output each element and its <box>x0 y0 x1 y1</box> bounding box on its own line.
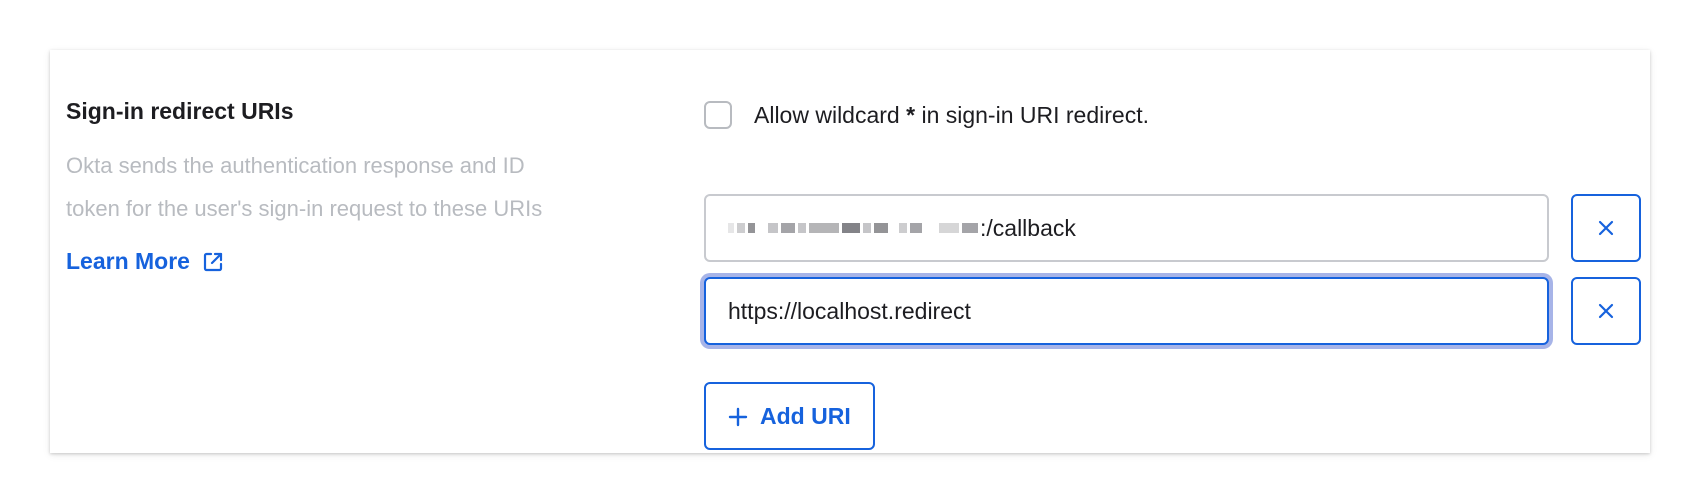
add-uri-label: Add URI <box>760 402 851 429</box>
wildcard-label: Allow wildcard * in sign-in URI redirect… <box>754 102 1149 129</box>
wildcard-checkbox[interactable] <box>704 101 732 129</box>
uri-row-1: :/callback <box>704 194 1641 262</box>
description-line-1: Okta sends the authentication response a… <box>66 153 525 178</box>
uri-row-2: https://localhost.redirect <box>704 277 1641 345</box>
redacted-text <box>728 223 978 233</box>
uri-input-1[interactable]: :/callback <box>704 194 1549 262</box>
learn-more-label: Learn More <box>66 248 190 274</box>
wildcard-star: * <box>906 101 916 128</box>
add-uri-button[interactable]: Add URI <box>704 382 875 450</box>
plus-icon <box>728 406 748 427</box>
description-line-2: token for the user's sign-in request to … <box>66 196 543 221</box>
redirect-uris-card: Sign-in redirect URIs Okta sends the aut… <box>50 50 1650 453</box>
remove-uri-1-button[interactable] <box>1571 194 1641 262</box>
close-icon <box>1598 220 1614 236</box>
uri-editor: Allow wildcard * in sign-in URI redirect… <box>704 98 1641 450</box>
uri-input-2-value: https://localhost.redirect <box>728 297 971 324</box>
wildcard-label-prefix: Allow wildcard <box>754 101 907 128</box>
section-description: Okta sends the authentication response a… <box>66 144 656 230</box>
uri-input-1-value: :/callback <box>980 214 1076 241</box>
remove-uri-2-button[interactable] <box>1571 277 1641 345</box>
close-icon <box>1598 303 1614 319</box>
section-info: Sign-in redirect URIs Okta sends the aut… <box>66 96 656 275</box>
wildcard-row: Allow wildcard * in sign-in URI redirect… <box>704 98 1629 132</box>
uri-input-2[interactable]: https://localhost.redirect <box>704 277 1549 345</box>
external-link-icon <box>202 251 224 273</box>
section-title: Sign-in redirect URIs <box>66 98 294 124</box>
learn-more-link[interactable]: Learn More <box>66 248 224 275</box>
wildcard-label-suffix: in sign-in URI redirect. <box>915 101 1149 128</box>
